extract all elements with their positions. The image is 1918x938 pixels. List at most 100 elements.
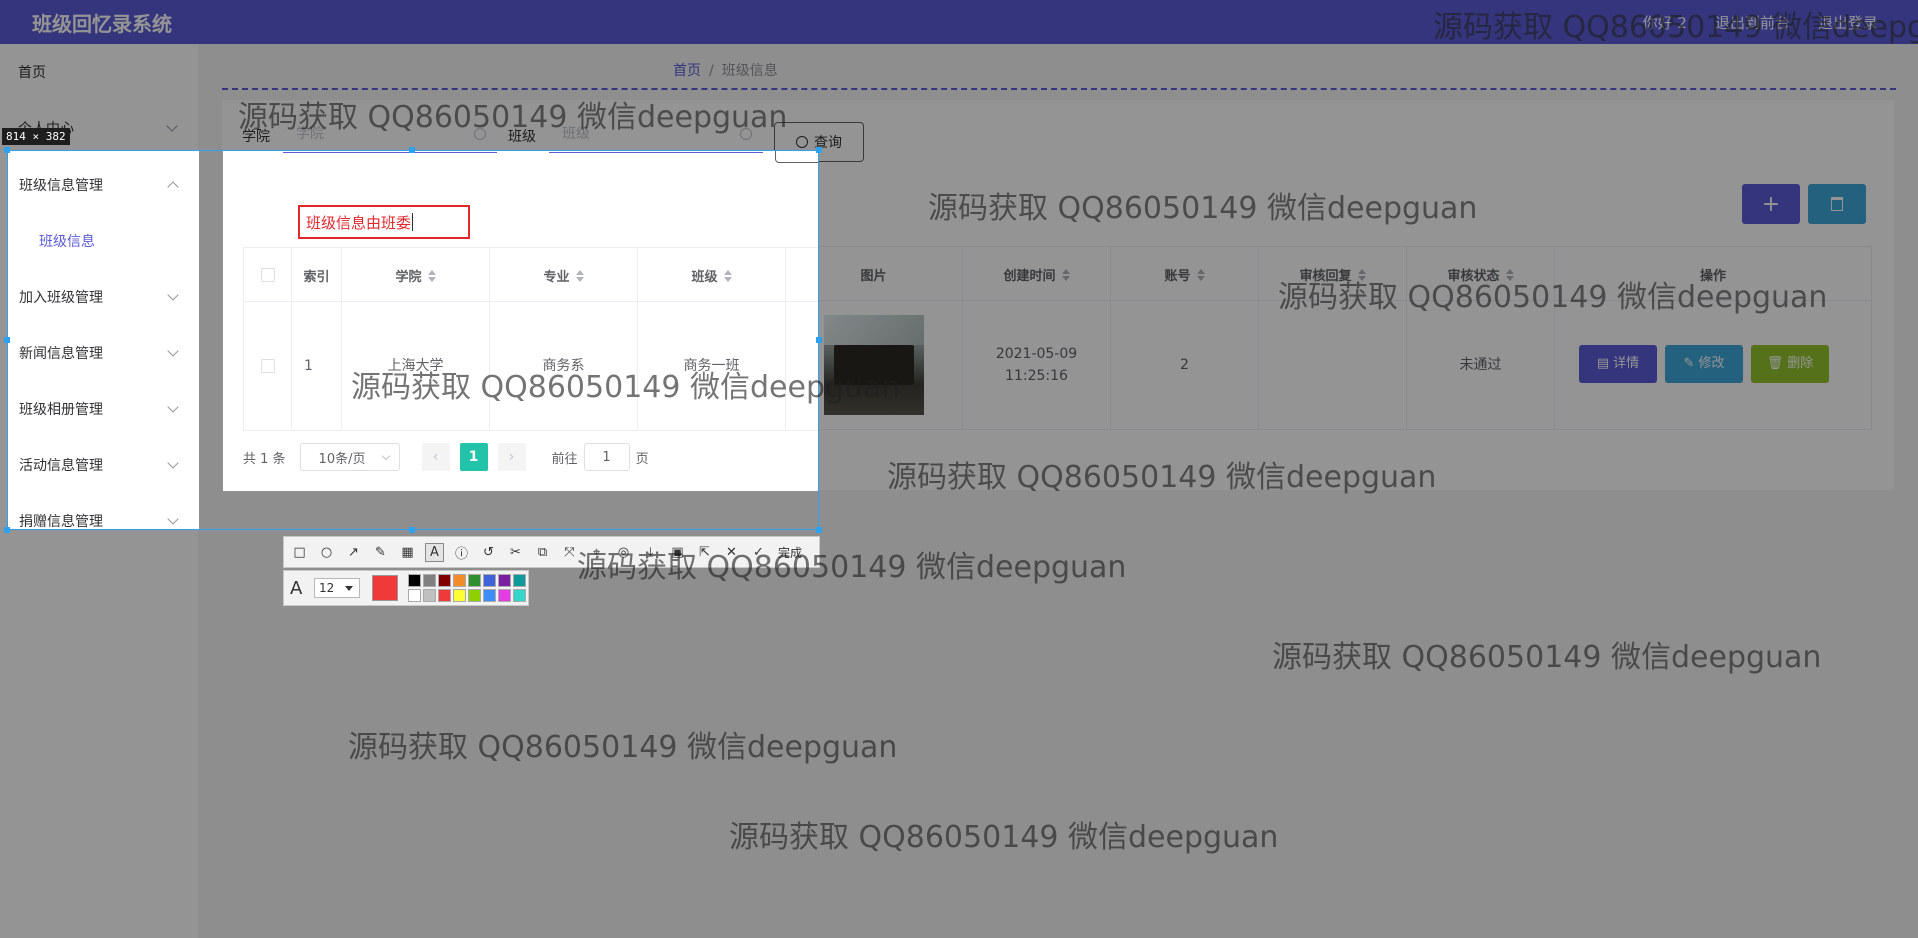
text-tool-icon[interactable]: A — [425, 542, 444, 562]
sort-icon[interactable] — [1061, 268, 1070, 281]
sidebar-item-label: 班级信息管理 — [19, 178, 103, 194]
color-swatch[interactable] — [498, 589, 511, 602]
color-swatch[interactable] — [468, 589, 481, 602]
sort-icon[interactable] — [1357, 268, 1366, 281]
column-header-college[interactable]: 学院 — [342, 248, 490, 302]
pen-icon[interactable]: ✎ — [371, 543, 390, 562]
page-size-select[interactable]: 10条/页 — [299, 443, 400, 471]
color-swatch[interactable] — [483, 589, 496, 602]
logout-link[interactable]: 退出登录 — [1818, 12, 1878, 33]
resize-handle-ne[interactable] — [816, 147, 822, 153]
sidebar-item-activity-mgmt[interactable]: 活动信息管理 — [8, 437, 199, 493]
long-screenshot-icon[interactable]: ⤧ — [560, 543, 579, 562]
undo-icon[interactable]: ↺ — [479, 543, 498, 562]
mosaic-icon[interactable]: ▦ — [398, 543, 417, 562]
sidebar-item-home[interactable]: 首页 — [0, 44, 198, 100]
query-button[interactable]: 查询 — [775, 151, 818, 163]
check-icon[interactable]: ✓ — [749, 543, 768, 562]
sidebar-item-class-info-mgmt[interactable]: 班级信息管理 — [8, 157, 199, 213]
color-swatch[interactable] — [498, 574, 511, 587]
class-search-input[interactable] — [549, 151, 763, 153]
sidebar-item-join-class-mgmt[interactable]: 加入班级管理 — [8, 269, 199, 325]
current-color-swatch[interactable] — [372, 575, 398, 601]
share-icon[interactable]: ⇱ — [695, 543, 714, 562]
resize-handle-n[interactable] — [409, 147, 415, 153]
page-number-current[interactable]: 1 — [459, 443, 488, 471]
sidebar-item-class-info[interactable]: 班级信息 — [8, 213, 199, 269]
resize-handle-nw[interactable] — [4, 147, 10, 153]
color-swatch[interactable] — [513, 589, 526, 602]
delete-button[interactable]: 🗑 删除 — [1751, 345, 1829, 383]
color-swatch[interactable] — [453, 574, 466, 587]
column-header-class[interactable]: 班级 — [638, 248, 786, 302]
class-photo-thumbnail[interactable] — [823, 315, 924, 415]
download-icon[interactable]: ⤓ — [641, 543, 660, 562]
class-search-input[interactable] — [548, 116, 762, 152]
batch-delete-button[interactable] — [1808, 184, 1866, 224]
pin-icon[interactable]: ⌖ — [587, 543, 606, 562]
sort-icon[interactable] — [723, 269, 732, 282]
sidebar-item-label: 加入班级管理 — [19, 290, 103, 306]
resize-handle-e[interactable] — [816, 337, 822, 343]
column-header-created-at[interactable]: 创建时间 — [963, 247, 1111, 301]
prev-page-button[interactable]: ‹ — [421, 443, 450, 471]
column-header-account[interactable]: 账号 — [1111, 247, 1259, 301]
sort-icon[interactable] — [1196, 268, 1205, 281]
college-search-input[interactable] — [283, 151, 497, 153]
sidebar-item-label: 首页 — [18, 65, 46, 81]
goto-page-input[interactable]: 1 — [583, 443, 630, 471]
sidebar-item-personal-center[interactable]: 个人中心 — [8, 151, 199, 157]
back-to-front-link[interactable]: 退出到前台 — [1715, 12, 1790, 33]
close-icon[interactable]: ✕ — [722, 543, 741, 562]
sidebar-item-donation-mgmt[interactable]: 捐赠信息管理 — [8, 493, 199, 529]
sidebar-item-album-mgmt[interactable]: 班级相册管理 — [8, 381, 199, 437]
next-page-button[interactable]: › — [497, 443, 526, 471]
color-swatch[interactable] — [468, 574, 481, 587]
text-style-bar: A 12 — [283, 570, 529, 606]
resize-handle-s[interactable] — [409, 527, 415, 533]
color-swatch[interactable] — [513, 574, 526, 587]
sidebar: 首页 个人中心 班级信息管理 班级信息 加入班级管理 新闻信息管理 班级相册管理… — [8, 151, 199, 529]
color-swatch[interactable] — [408, 574, 421, 587]
ellipse-icon[interactable]: ○ — [317, 543, 336, 562]
color-swatch[interactable] — [438, 574, 451, 587]
sidebar-item-news-mgmt[interactable]: 新闻信息管理 — [8, 325, 199, 381]
breadcrumb-home-link[interactable]: 首页 — [673, 63, 701, 79]
detail-button[interactable]: ▤ 详情 — [1579, 345, 1657, 383]
arrow-icon[interactable]: ↗ — [344, 543, 363, 562]
number-marker-icon[interactable]: ⓘ — [452, 543, 471, 562]
color-swatch[interactable] — [408, 589, 421, 602]
sort-icon[interactable] — [427, 269, 436, 282]
ocr-icon[interactable]: ⧉ — [533, 543, 552, 562]
cell-actions: ▤ 详情 ✎ 修改 🗑 删除 — [1555, 301, 1871, 429]
rectangle-icon[interactable]: □ — [290, 543, 309, 562]
resize-handle-sw[interactable] — [4, 527, 10, 533]
edit-button[interactable]: ✎ 修改 — [1665, 345, 1743, 383]
color-swatch[interactable] — [438, 589, 451, 602]
add-button[interactable]: + — [1742, 184, 1800, 224]
scissors-icon[interactable]: ✂ — [506, 543, 525, 562]
row-checkbox[interactable] — [260, 359, 275, 373]
column-header-status[interactable]: 审核状态 — [1407, 247, 1555, 301]
college-search-input[interactable] — [282, 116, 496, 152]
color-swatch[interactable] — [423, 589, 436, 602]
save-icon[interactable]: ▣ — [668, 543, 687, 562]
color-swatch[interactable] — [483, 574, 496, 587]
column-header-reply[interactable]: 审核回复 — [1259, 247, 1407, 301]
row-select-cell — [244, 302, 292, 430]
resize-handle-se[interactable] — [816, 527, 822, 533]
color-swatch[interactable] — [423, 574, 436, 587]
sort-icon[interactable] — [575, 269, 584, 282]
cell-account: 2 — [1111, 301, 1259, 429]
text-annotation-box[interactable]: 班级信息由班委 — [298, 205, 470, 239]
done-button[interactable]: 完成 — [778, 544, 802, 561]
sidebar-item-label: 活动信息管理 — [19, 458, 103, 474]
font-size-select[interactable]: 12 — [314, 578, 360, 598]
column-header-major[interactable]: 专业 — [490, 248, 638, 302]
resize-handle-w[interactable] — [4, 337, 10, 343]
color-swatch[interactable] — [453, 589, 466, 602]
translate-icon[interactable]: ◎ — [614, 543, 633, 562]
pencil-icon: ✎ — [1683, 356, 1695, 371]
select-all-checkbox[interactable] — [260, 268, 275, 282]
sort-icon[interactable] — [1505, 268, 1514, 281]
